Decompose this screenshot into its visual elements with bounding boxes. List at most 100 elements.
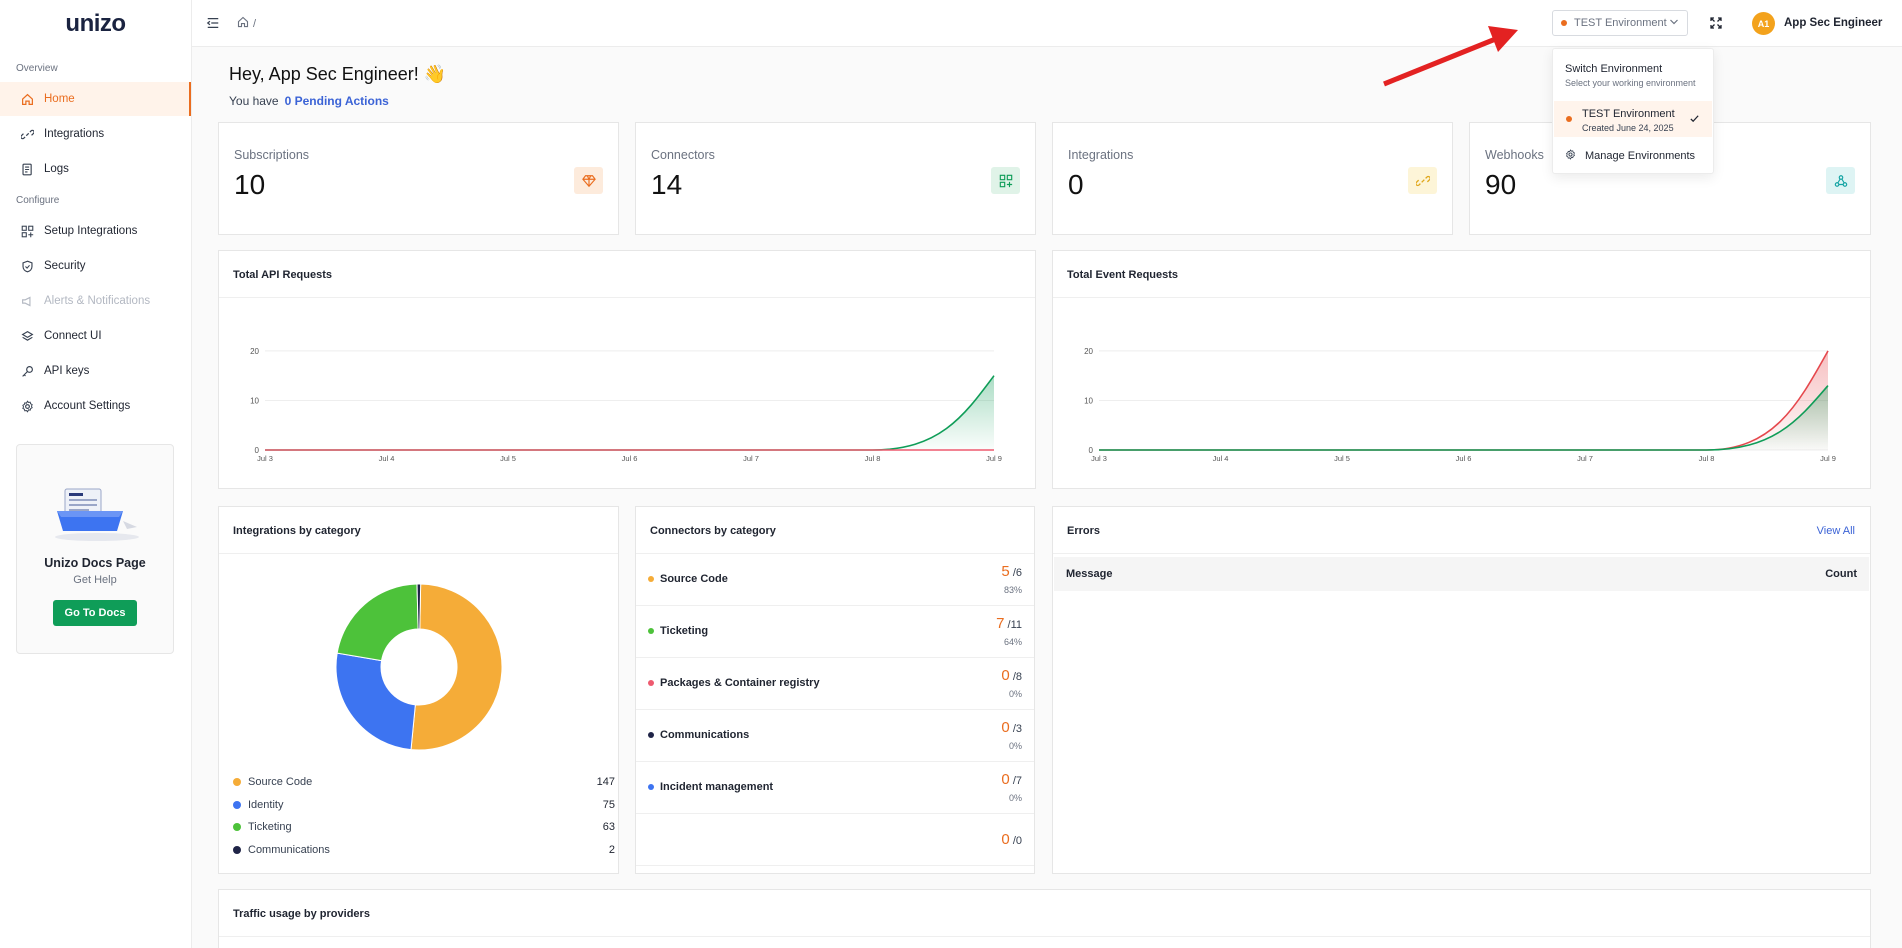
x-tick-label: Jul 9 xyxy=(1820,454,1836,463)
stat-value: 10 xyxy=(234,169,266,200)
grid-plus-icon xyxy=(20,224,34,238)
pie-slice[interactable] xyxy=(416,583,422,630)
avatar[interactable]: A1 xyxy=(1752,12,1775,35)
megaphone-icon xyxy=(20,294,34,308)
sidebar-item-logs[interactable]: Logs xyxy=(0,152,191,186)
environment-select[interactable]: TEST Environment xyxy=(1552,10,1688,36)
layers-icon xyxy=(20,329,34,343)
gear-icon xyxy=(1565,149,1576,163)
event-requests-chart: 01020Jul 3 Jul 4 Jul 5 Jul 6 Jul 7 Jul 8 Jul 9 xyxy=(1084,347,1836,463)
x-tick-label: Jul 5 xyxy=(1334,454,1350,463)
legend-item-identity: Identity 75 xyxy=(233,796,615,814)
connector-count-value: 5 xyxy=(1001,563,1010,580)
docs-subtitle: Get Help xyxy=(73,574,117,586)
legend-label: Communications xyxy=(248,844,330,856)
environment-option-test[interactable]: TEST Environment Created June 24, 2025 xyxy=(1554,101,1712,137)
connector-dot xyxy=(648,784,654,790)
series-area xyxy=(265,375,994,450)
docs-card: Unizo Docs Page Get Help Go To Docs xyxy=(16,444,174,654)
card-divider xyxy=(219,936,1870,937)
series-line xyxy=(265,375,995,451)
pie-slice[interactable] xyxy=(335,652,416,751)
connector-total: /0 xyxy=(1009,835,1022,847)
legend-label: Identity xyxy=(248,799,284,811)
y-tick-label: 20 xyxy=(1084,347,1093,356)
app-logo[interactable]: unizo xyxy=(0,0,191,48)
x-tick-label: Jul 5 xyxy=(500,454,516,463)
topbar: / TEST Environment A1 App Sec Engineer xyxy=(192,0,1902,47)
x-tick-label: Jul 6 xyxy=(622,454,638,463)
connector-total: /3 xyxy=(1009,723,1022,735)
pie-slice[interactable] xyxy=(336,583,419,662)
card-title: Errors xyxy=(1067,525,1101,537)
sidebar-item-account-settings[interactable]: Account Settings xyxy=(0,389,191,423)
view-all-link[interactable]: View All xyxy=(1817,525,1855,537)
link-icon xyxy=(1408,167,1437,194)
column-header-message[interactable]: Message xyxy=(1066,568,1112,580)
connector-row[interactable]: Source Code 5 /6 83% xyxy=(636,554,1034,606)
connector-count-value: 0 xyxy=(1001,771,1010,788)
errors-table-header: Message Count xyxy=(1054,557,1869,591)
connector-row[interactable]: 0 /0 xyxy=(636,814,1034,866)
legend-value: 2 xyxy=(608,844,615,856)
connector-count-value: 0 xyxy=(1001,719,1010,736)
home-icon xyxy=(20,92,34,106)
annotation-arrow xyxy=(1383,26,1518,87)
sidebar-item-label: Home xyxy=(44,93,75,105)
stat-label: Connectors xyxy=(651,148,715,162)
stat-card-integrations[interactable]: Integrations 0 xyxy=(1052,122,1453,235)
stat-card-connectors[interactable]: Connectors 14 xyxy=(635,122,1036,235)
api-requests-chart-card: Total API Requests 0 10 20 Jul 3 Jul 4 Jul 5J… xyxy=(218,250,1036,489)
sidebar-item-label: Setup Integrations xyxy=(44,225,138,237)
sidebar-item-connect-ui[interactable]: Connect UI xyxy=(0,319,191,353)
pie-slice[interactable] xyxy=(410,583,503,751)
docs-illustration xyxy=(55,488,139,541)
integrations-donut-chart xyxy=(335,583,503,751)
stat-card-subscriptions[interactable]: Subscriptions 10 xyxy=(218,122,619,235)
go-to-docs-button[interactable]: Go To Docs xyxy=(52,600,138,626)
connector-row[interactable]: Communications 0 /3 0% xyxy=(636,710,1034,762)
legend-value: 63 xyxy=(602,821,615,833)
connector-percent: 83% xyxy=(1003,585,1022,595)
breadcrumb: / xyxy=(237,16,256,31)
connector-row[interactable]: Incident management 0 /7 0% xyxy=(636,762,1034,814)
stat-label: Webhooks xyxy=(1485,148,1544,162)
connector-count: 0 /8 xyxy=(1001,667,1022,684)
legend-dot xyxy=(233,778,241,786)
sidebar-item-home[interactable]: Home xyxy=(0,82,191,116)
sidebar-item-setup-integrations[interactable]: Setup Integrations xyxy=(0,214,191,248)
sidebar-item-alerts-notifications[interactable]: Alerts & Notifications xyxy=(0,284,191,318)
connector-name: Incident management xyxy=(660,781,774,793)
connector-count: 0 /3 xyxy=(1001,719,1022,736)
legend-value: 147 xyxy=(596,776,615,788)
shield-icon xyxy=(20,259,34,273)
fullscreen-icon[interactable] xyxy=(1710,17,1722,32)
sidebar-item-label: Account Settings xyxy=(44,400,131,412)
breadcrumb-separator: / xyxy=(253,17,257,30)
stat-value: 0 xyxy=(1068,169,1084,200)
legend-value: 75 xyxy=(602,799,615,811)
file-list-icon xyxy=(20,162,34,176)
user-name[interactable]: App Sec Engineer xyxy=(1784,17,1882,29)
x-tick-label: Jul 4 xyxy=(379,454,395,463)
menu-collapse-icon[interactable] xyxy=(206,16,220,33)
connector-row[interactable]: Packages & Container registry 0 /8 0% xyxy=(636,658,1034,710)
x-tick-label: Jul 9 xyxy=(986,454,1002,463)
manage-environments-item[interactable]: Manage Environments xyxy=(1565,149,1695,163)
legend-item-communications: Communications 2 xyxy=(233,841,615,859)
grid-plus-icon xyxy=(991,167,1020,194)
home-icon[interactable] xyxy=(237,16,249,31)
column-header-count[interactable]: Count xyxy=(1825,568,1857,580)
pending-actions-link[interactable]: 0 Pending Actions xyxy=(285,94,389,108)
connector-row[interactable]: Ticketing 7 /11 64% xyxy=(636,606,1034,658)
dropdown-title: Switch Environment xyxy=(1565,63,1663,75)
stat-label: Subscriptions xyxy=(234,148,310,162)
connector-name: Communications xyxy=(660,729,750,741)
environment-option-created: Created June 24, 2025 xyxy=(1582,123,1674,133)
environment-status-dot xyxy=(1561,20,1567,26)
sidebar-item-security[interactable]: Security xyxy=(0,249,191,283)
connector-percent: 0% xyxy=(1008,741,1022,751)
sidebar-item-api-keys[interactable]: API keys xyxy=(0,354,191,388)
legend-dot xyxy=(233,823,241,831)
sidebar-item-integrations[interactable]: Integrations xyxy=(0,117,191,151)
